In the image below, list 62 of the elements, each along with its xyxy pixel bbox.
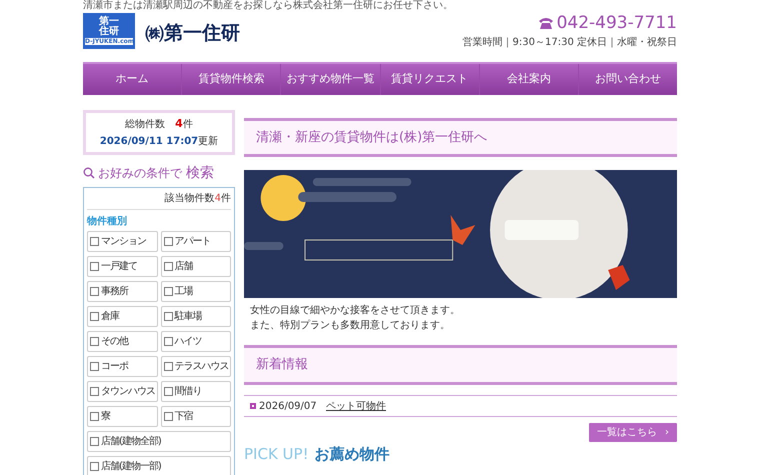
nav-tab[interactable]: お問い合わせ bbox=[578, 64, 678, 95]
type-option[interactable]: タウンハウス bbox=[87, 381, 158, 402]
total-count: 総物件数 4件 bbox=[125, 116, 193, 132]
type-option[interactable]: テラスハウス bbox=[160, 356, 231, 377]
type-option[interactable]: ハイツ bbox=[160, 331, 231, 352]
checkbox[interactable] bbox=[164, 362, 172, 371]
nav-tab[interactable]: 賃貸物件検索 bbox=[182, 64, 282, 95]
section-heading: 新着情報 bbox=[256, 356, 308, 374]
square-bullet-icon bbox=[250, 403, 256, 409]
type-option[interactable]: 倉庫 bbox=[87, 306, 158, 327]
type-option[interactable]: 駐車場 bbox=[160, 306, 231, 327]
nav-tab[interactable]: おすすめ物件一覧 bbox=[281, 64, 381, 95]
nav-tab[interactable]: ホーム bbox=[83, 64, 182, 95]
pickup-title: お薦め物件 bbox=[314, 446, 390, 462]
nav-tab[interactable]: 会社案内 bbox=[480, 64, 579, 95]
type-option[interactable]: 寮 bbox=[87, 406, 158, 427]
checkbox[interactable] bbox=[164, 237, 172, 246]
type-option[interactable]: その他 bbox=[87, 331, 158, 352]
nav-tab[interactable]: 賃貸リクエスト bbox=[380, 64, 480, 95]
intro-text: また、特別プランも多数用意しております。 bbox=[250, 318, 451, 333]
type-option[interactable]: 店舗(建物一部) bbox=[87, 456, 231, 475]
checkbox[interactable] bbox=[90, 362, 99, 371]
checkbox[interactable] bbox=[90, 387, 99, 396]
checkbox[interactable] bbox=[164, 387, 172, 396]
intro-text: 女性の目線で細やかな接客をさせて頂きます。 bbox=[250, 304, 461, 318]
checkbox[interactable] bbox=[90, 312, 99, 321]
checkbox[interactable] bbox=[90, 412, 99, 421]
checkbox[interactable] bbox=[90, 237, 99, 246]
more-button[interactable]: 一覧はこちら › bbox=[589, 423, 677, 442]
checkbox[interactable] bbox=[164, 337, 172, 346]
type-option[interactable]: アパート bbox=[160, 231, 231, 252]
updated-time: 2026/09/11 17:07更新 bbox=[100, 134, 218, 150]
type-option[interactable]: 工場 bbox=[160, 281, 231, 302]
business-hours: 営業時間｜9:30～17:30 定休日｜水曜・祝祭日 bbox=[462, 37, 677, 49]
type-option[interactable]: 店舗 bbox=[160, 256, 231, 277]
checkbox[interactable] bbox=[90, 262, 99, 271]
pickup-label: PICK UP! bbox=[244, 446, 309, 462]
search-icon bbox=[83, 167, 95, 179]
match-count: 該当物件数4件 bbox=[87, 188, 231, 210]
type-option[interactable]: 下宿 bbox=[160, 406, 231, 427]
checkbox[interactable] bbox=[164, 287, 172, 296]
checkbox[interactable] bbox=[90, 337, 99, 346]
section-heading: 清瀬・新座の賃貸物件は(株)第一住研へ bbox=[256, 128, 488, 147]
type-option[interactable]: マンション bbox=[87, 231, 158, 252]
checkbox[interactable] bbox=[164, 412, 172, 421]
checkbox[interactable] bbox=[164, 262, 172, 271]
news-date: 2026/09/07 bbox=[259, 400, 318, 414]
type-option[interactable]: 一戸建て bbox=[87, 256, 158, 277]
checkbox[interactable] bbox=[90, 437, 99, 446]
news-link[interactable]: ペット可物件 bbox=[326, 398, 386, 414]
checkbox[interactable] bbox=[90, 287, 99, 296]
phone-number: 042-493-7711 bbox=[556, 13, 677, 33]
type-option[interactable]: コーポ bbox=[87, 356, 158, 377]
search-heading: お好みの条件で 検索 bbox=[98, 164, 214, 182]
type-option[interactable]: 間借り bbox=[160, 381, 231, 402]
company-name[interactable]: ㈱第一住研 bbox=[145, 18, 240, 48]
phone-icon bbox=[538, 16, 554, 30]
checkbox[interactable] bbox=[164, 312, 172, 321]
type-option[interactable]: 事務所 bbox=[87, 281, 158, 302]
group-label: 物件種別 bbox=[87, 214, 128, 229]
checkbox[interactable] bbox=[90, 462, 99, 471]
type-option[interactable]: 店舗(建物全部) bbox=[87, 431, 231, 452]
